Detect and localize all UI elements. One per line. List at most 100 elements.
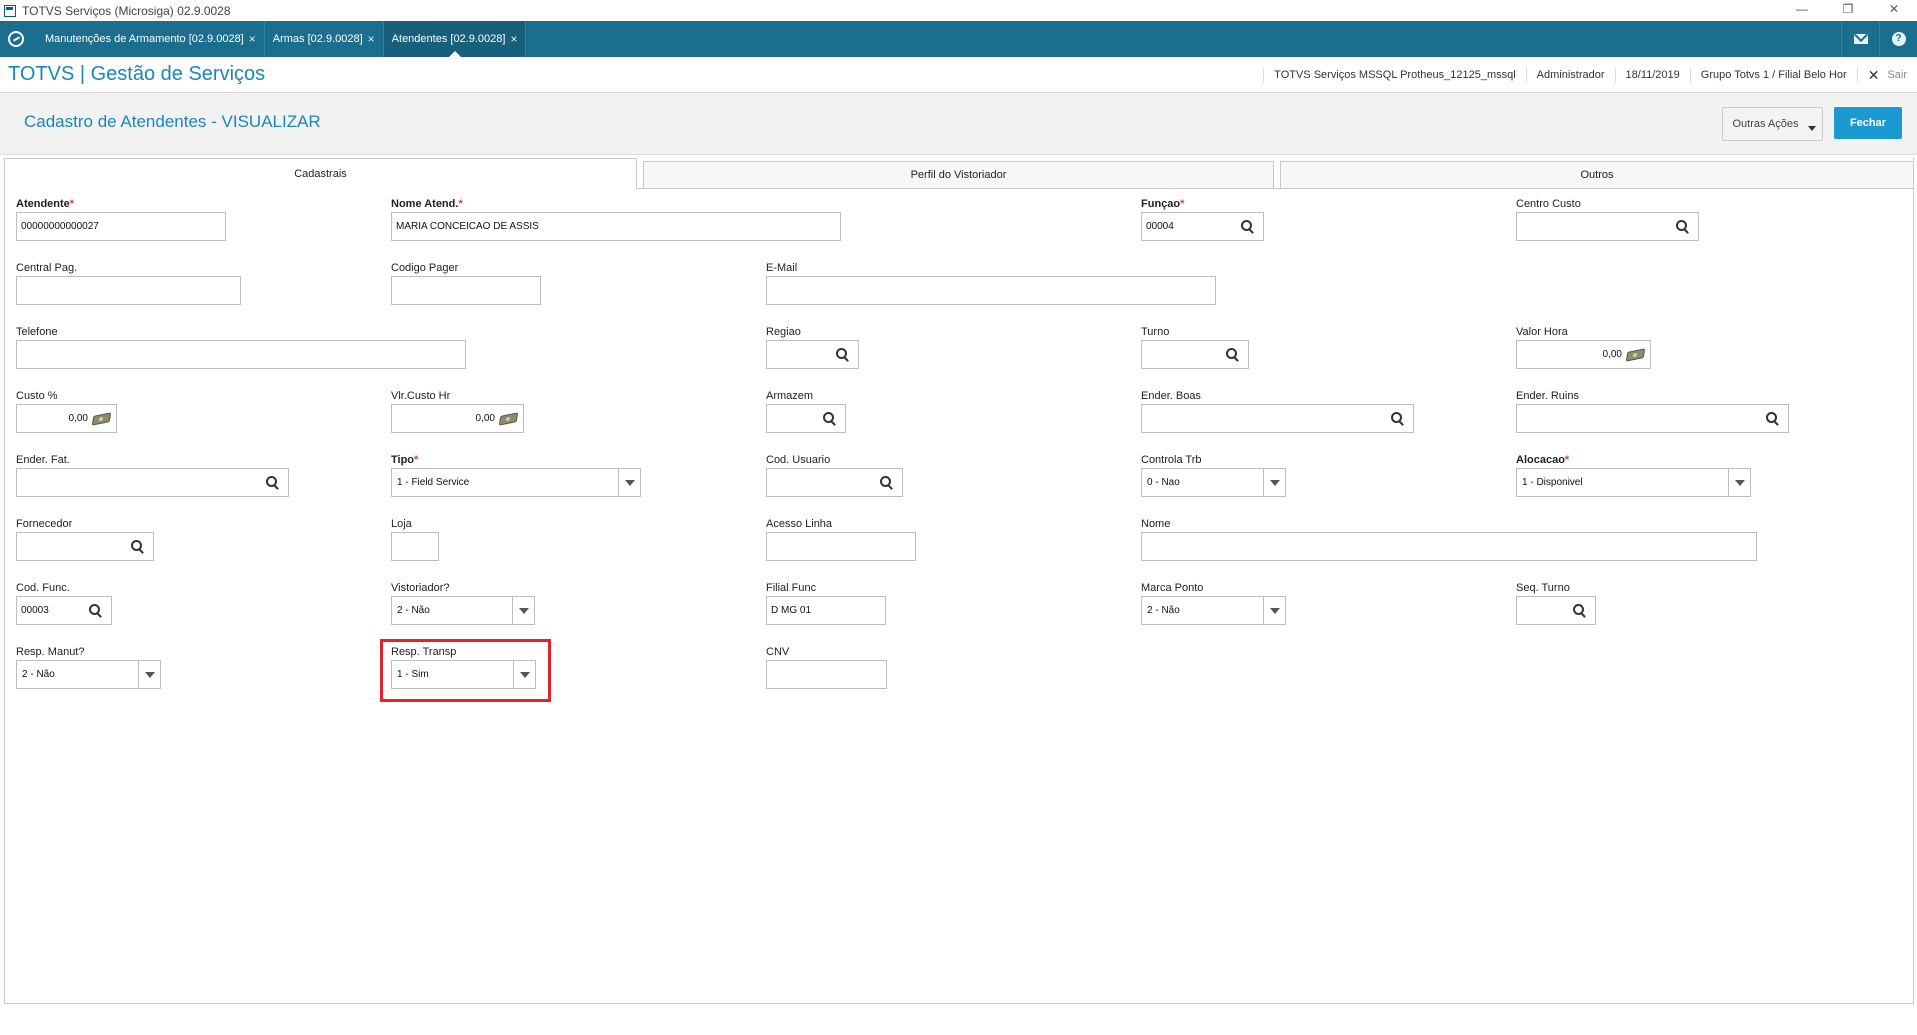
- tab-outros[interactable]: Outros: [1280, 161, 1914, 189]
- marca-ponto-select[interactable]: 2 - Não: [1141, 596, 1286, 625]
- regiao-field[interactable]: [766, 340, 859, 369]
- page-title: Cadastro de Atendentes - VISUALIZAR: [24, 112, 321, 131]
- turno-field[interactable]: [1141, 340, 1249, 369]
- close-window-button[interactable]: ✕: [1871, 0, 1917, 21]
- filial-func-label: Filial Func: [766, 582, 817, 594]
- other-actions-button[interactable]: Outras Ações: [1722, 107, 1823, 141]
- codigo-pager-label: Codigo Pager: [391, 262, 459, 274]
- resp-manut-label: Resp. Manut?: [16, 646, 85, 658]
- tab-cadastrais[interactable]: Cadastrais: [4, 158, 637, 189]
- acesso-linha-field[interactable]: [766, 532, 916, 561]
- page-header: Cadastro de Atendentes - VISUALIZAR Outr…: [0, 93, 1917, 155]
- messages-button[interactable]: [1841, 21, 1879, 57]
- restore-button[interactable]: ❐: [1825, 0, 1871, 21]
- custo-pct-field[interactable]: 0,00: [16, 404, 117, 433]
- vistoriador-label: Vistoriador?: [391, 582, 450, 594]
- logout-icon: ✕: [1867, 67, 1880, 83]
- chevron-down-icon[interactable]: [618, 469, 640, 496]
- search-icon[interactable]: [1766, 412, 1780, 426]
- vlr-custo-hr-field[interactable]: 0,00: [391, 404, 524, 433]
- minimize-button[interactable]: —: [1779, 0, 1825, 21]
- central-pag-field[interactable]: [16, 276, 241, 305]
- search-icon[interactable]: [836, 348, 850, 362]
- close-icon[interactable]: ×: [249, 32, 256, 46]
- calculator-icon[interactable]: [498, 412, 519, 426]
- loja-field[interactable]: [391, 532, 439, 561]
- centro-custo-field[interactable]: [1516, 212, 1699, 241]
- tabbar-actions: ?: [1841, 21, 1917, 57]
- ender-boas-label: Ender. Boas: [1141, 390, 1201, 402]
- search-icon[interactable]: [1226, 348, 1240, 362]
- turno-label: Turno: [1141, 326, 1170, 338]
- tipo-select[interactable]: 1 - Field Service: [391, 468, 641, 497]
- close-button[interactable]: Fechar: [1834, 107, 1902, 139]
- email-field[interactable]: [766, 276, 1216, 305]
- tab-atendentes[interactable]: Atendentes [02.9.0028] ×: [383, 21, 527, 57]
- chevron-down-icon[interactable]: [1728, 469, 1750, 496]
- filial-func-field[interactable]: D MG 01: [766, 596, 886, 625]
- chevron-down-icon[interactable]: [1263, 597, 1285, 624]
- close-icon[interactable]: ×: [368, 32, 375, 46]
- chevron-down-icon[interactable]: [512, 597, 534, 624]
- app-header: TOTVS | Gestão de Serviços TOTVS Serviço…: [0, 57, 1917, 93]
- tab-armas[interactable]: Armas [02.9.0028] ×: [265, 21, 384, 57]
- email-label: E-Mail: [766, 262, 798, 274]
- centro-custo-label: Centro Custo: [1516, 198, 1581, 210]
- calculator-icon[interactable]: [1625, 348, 1646, 362]
- tab-label: Armas [02.9.0028]: [272, 33, 363, 45]
- cod-func-field[interactable]: 00003: [16, 596, 112, 625]
- fornecedor-field[interactable]: [16, 532, 154, 561]
- cod-usuario-field[interactable]: [766, 468, 903, 497]
- atendente-field[interactable]: 00000000000027: [16, 212, 226, 241]
- tab-manutencoes-armamento[interactable]: Manutenções de Armamento [02.9.0028] ×: [37, 21, 265, 57]
- valor-hora-field[interactable]: 0,00: [1516, 340, 1651, 369]
- help-icon: ?: [1891, 32, 1906, 46]
- alocacao-label: Alocacao*: [1516, 454, 1570, 466]
- search-icon[interactable]: [1676, 220, 1690, 234]
- search-icon[interactable]: [1241, 220, 1255, 234]
- cod-func-label: Cod. Func.: [16, 582, 70, 594]
- search-icon[interactable]: [131, 540, 145, 554]
- armazem-field[interactable]: [766, 404, 846, 433]
- app-tab-bar: Manutenções de Armamento [02.9.0028] × A…: [0, 21, 1917, 57]
- controla-trb-select[interactable]: 0 - Nao: [1141, 468, 1286, 497]
- controla-trb-label: Controla Trb: [1141, 454, 1202, 466]
- atendente-label: Atendente*: [16, 198, 75, 210]
- search-icon[interactable]: [266, 476, 280, 490]
- chevron-down-icon[interactable]: [138, 661, 160, 688]
- tab-perfil-vistoriador[interactable]: Perfil do Vistoriador: [643, 161, 1274, 189]
- ender-fat-field[interactable]: [16, 468, 289, 497]
- close-icon[interactable]: ×: [510, 32, 517, 46]
- app-brand: TOTVS | Gestão de Serviços: [8, 63, 266, 85]
- calculator-icon[interactable]: [91, 412, 112, 426]
- totvs-menu-icon[interactable]: [8, 31, 24, 47]
- search-icon[interactable]: [1391, 412, 1405, 426]
- seq-turno-label: Seq. Turno: [1516, 582, 1570, 594]
- search-icon[interactable]: [880, 476, 894, 490]
- vistoriador-select[interactable]: 2 - Não: [391, 596, 535, 625]
- alocacao-select[interactable]: 1 - Disponivel: [1516, 468, 1751, 497]
- telefone-label: Telefone: [16, 326, 58, 338]
- nome-label: Nome: [1141, 518, 1171, 530]
- seq-turno-field[interactable]: [1516, 596, 1596, 625]
- search-icon[interactable]: [1573, 604, 1587, 618]
- help-button[interactable]: ?: [1879, 21, 1917, 57]
- marca-ponto-label: Marca Ponto: [1141, 582, 1204, 594]
- cnv-field[interactable]: [766, 660, 887, 689]
- funcao-field[interactable]: 00004: [1141, 212, 1264, 241]
- nome-atend-field[interactable]: MARIA CONCEICAO DE ASSIS: [391, 212, 841, 241]
- resp-manut-select[interactable]: 2 - Não: [16, 660, 161, 689]
- search-icon[interactable]: [89, 604, 103, 618]
- telefone-field[interactable]: [16, 340, 466, 369]
- logout-button[interactable]: ✕ Sair: [1856, 67, 1917, 83]
- chevron-down-icon[interactable]: [1263, 469, 1285, 496]
- ender-ruins-field[interactable]: [1516, 404, 1789, 433]
- codigo-pager-field[interactable]: [391, 276, 541, 305]
- ender-boas-field[interactable]: [1141, 404, 1414, 433]
- armazem-label: Armazem: [766, 390, 814, 402]
- acesso-linha-label: Acesso Linha: [766, 518, 833, 530]
- window-title: TOTVS Serviços (Microsiga) 02.9.0028: [22, 3, 231, 18]
- search-icon[interactable]: [823, 412, 837, 426]
- nome-field[interactable]: [1141, 532, 1757, 561]
- fornecedor-label: Fornecedor: [16, 518, 73, 530]
